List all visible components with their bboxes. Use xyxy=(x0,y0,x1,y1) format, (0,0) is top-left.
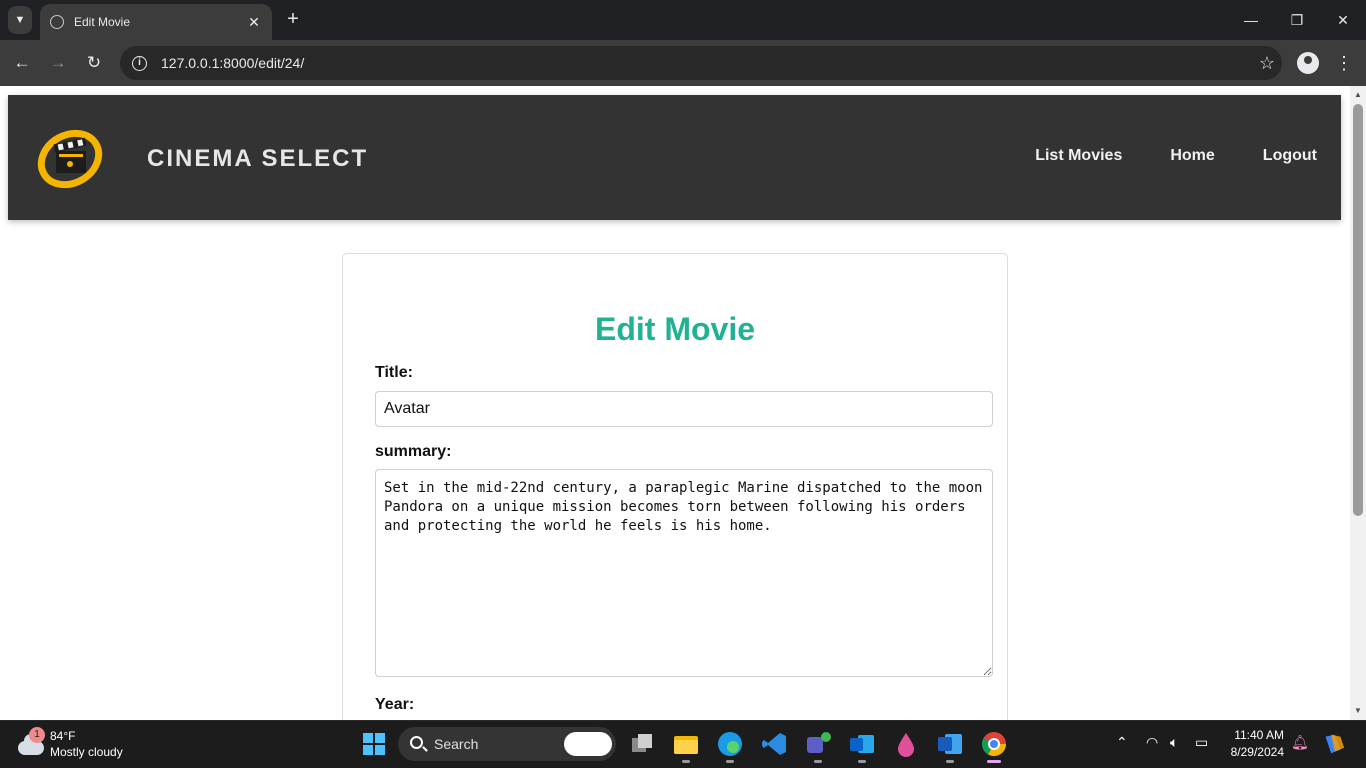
reload-button[interactable]: ↻ xyxy=(82,51,106,75)
back-button[interactable]: ← xyxy=(10,51,34,75)
address-bar[interactable]: i 127.0.0.1:8000/edit/24/ ☆ xyxy=(120,46,1282,80)
scrollbar-thumb[interactable] xyxy=(1353,104,1363,516)
notification-badge: 1 xyxy=(29,727,45,743)
clapperboard-logo-icon[interactable] xyxy=(34,127,108,191)
site-nav: List Movies Home Logout xyxy=(1035,147,1317,165)
summary-label: summary: xyxy=(375,443,452,460)
nav-link-logout[interactable]: Logout xyxy=(1263,147,1317,165)
active-tab[interactable]: Edit Movie ✕ xyxy=(40,4,272,40)
search-icon xyxy=(410,736,423,749)
title-input[interactable] xyxy=(375,391,993,427)
running-indicator xyxy=(946,760,954,763)
edge-browser-icon[interactable] xyxy=(716,730,744,758)
minimize-button[interactable]: — xyxy=(1236,8,1266,32)
scroll-up-arrow-icon[interactable]: ▲ xyxy=(1350,88,1366,102)
windows-taskbar: 1 84°F Mostly cloudy Search ⌃ ◠ 🔈︎ ▭ 11:… xyxy=(0,720,1366,768)
site-header: CINEMA SELECT List Movies Home Logout xyxy=(8,95,1341,220)
taskbar-search[interactable]: Search xyxy=(398,727,616,761)
clock-date: 8/29/2024 xyxy=(1230,745,1284,759)
globe-icon xyxy=(50,15,64,29)
outlook-icon[interactable] xyxy=(848,730,876,758)
teams-icon[interactable] xyxy=(804,730,832,758)
site-info-icon[interactable]: i xyxy=(132,55,147,71)
restore-button[interactable]: ❐ xyxy=(1282,8,1312,32)
tab-close-button[interactable]: ✕ xyxy=(246,14,262,31)
chevron-down-icon: ▼ xyxy=(14,14,26,26)
site-brand-name[interactable]: CINEMA SELECT xyxy=(147,145,368,173)
system-clock[interactable]: 11:40 AM 8/29/2024 xyxy=(1226,727,1284,761)
battery-icon[interactable]: ▭ xyxy=(1195,734,1208,751)
nav-link-list-movies[interactable]: List Movies xyxy=(1035,147,1122,165)
close-window-button[interactable]: ✕ xyxy=(1328,8,1358,32)
show-hidden-icons-chevron-icon[interactable]: ⌃ xyxy=(1116,734,1128,751)
vscode-icon[interactable] xyxy=(760,730,788,758)
scroll-down-arrow-icon[interactable]: ▼ xyxy=(1350,704,1366,718)
summary-textarea[interactable]: Set in the mid-22nd century, a paraplegi… xyxy=(375,469,993,677)
chrome-icon[interactable] xyxy=(980,730,1008,758)
word-icon[interactable] xyxy=(936,730,964,758)
running-indicator xyxy=(726,760,734,763)
weather-condition: Mostly cloudy xyxy=(50,745,123,759)
edit-movie-form-card: Edit Movie Title: summary: Set in the mi… xyxy=(342,253,1008,720)
volume-icon[interactable]: 🔈︎ xyxy=(1170,734,1178,751)
tab-search-button[interactable]: ▼ xyxy=(8,6,32,34)
cloud-icon xyxy=(18,734,44,755)
year-label: Year: xyxy=(375,696,415,713)
weather-widget[interactable]: 1 84°F Mostly cloudy xyxy=(16,727,156,763)
form-heading: Edit Movie xyxy=(594,311,755,347)
forward-button[interactable]: → xyxy=(46,51,70,75)
copilot-icon[interactable] xyxy=(1320,731,1346,757)
tab-title: Edit Movie xyxy=(74,15,131,29)
tab-strip: ▼ Edit Movie ✕ + — ❐ ✕ xyxy=(0,0,1366,40)
file-explorer-icon[interactable] xyxy=(672,730,700,758)
browser-menu-icon[interactable]: ⋮ xyxy=(1334,51,1354,75)
search-label: Search xyxy=(434,736,479,752)
url-text[interactable]: 127.0.0.1:8000/edit/24/ xyxy=(161,55,1252,71)
running-indicator xyxy=(858,760,866,763)
notification-bell-icon[interactable]: 🔔︎ xyxy=(1291,734,1309,751)
windows-start-icon[interactable] xyxy=(360,730,388,758)
bookmark-star-icon[interactable]: ☆ xyxy=(1252,53,1282,74)
profile-avatar-icon[interactable] xyxy=(1297,52,1319,74)
nav-link-home[interactable]: Home xyxy=(1170,147,1214,165)
page-scrollbar[interactable]: ▲ ▼ xyxy=(1350,86,1366,720)
paint-drop-icon[interactable] xyxy=(892,730,920,758)
clock-time: 11:40 AM xyxy=(1234,728,1284,742)
new-tab-button[interactable]: + xyxy=(282,8,304,32)
running-indicator xyxy=(682,760,690,763)
browser-toolbar: ← → ↻ i 127.0.0.1:8000/edit/24/ ☆ ⋮ xyxy=(0,40,1366,86)
title-label: Title: xyxy=(375,364,413,381)
search-highlight-image xyxy=(564,732,612,756)
wifi-icon[interactable]: ◠ xyxy=(1146,734,1158,751)
page-viewport: CINEMA SELECT List Movies Home Logout Ed… xyxy=(0,86,1350,720)
temperature: 84°F xyxy=(50,729,76,743)
running-indicator xyxy=(814,760,822,763)
active-app-indicator xyxy=(987,760,1001,763)
task-view-icon[interactable] xyxy=(628,730,656,758)
